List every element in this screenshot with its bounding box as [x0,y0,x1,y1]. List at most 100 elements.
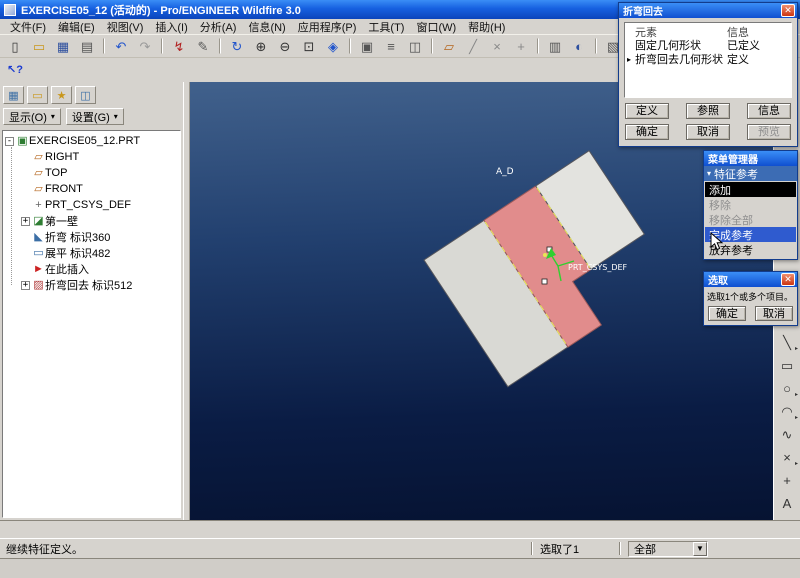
spline-tool-icon[interactable]: ∿ [776,424,798,445]
tree-connector-line [11,147,12,285]
tree-expander-icon[interactable] [21,265,30,274]
tree-expander-icon[interactable] [21,249,30,258]
view-manager-icon[interactable]: ◫ [404,36,426,56]
datum-plane-toggle-icon[interactable]: ▱ [438,36,460,56]
zoom-in-icon[interactable]: ⊕ [250,36,272,56]
tree-item-icon: ▨ [32,279,45,292]
mm-item-remove-all[interactable]: 移除全部 [705,212,796,227]
status-divider [531,542,533,555]
menu-help[interactable]: 帮助(H) [462,19,511,35]
text-tool-icon[interactable]: A [776,493,798,514]
menu-edit[interactable]: 编辑(E) [52,19,101,35]
folder-browser-tab-icon[interactable]: ▭ [27,86,48,104]
settings-dropdown-button[interactable]: 设置(G) ▾ [66,108,124,125]
menu-analysis[interactable]: 分析(A) [194,19,243,35]
selection-handle-2[interactable] [542,279,547,284]
tree-item-part-root[interactable]: - ▣ EXERCISE05_12.PRT [3,133,180,149]
menu-window[interactable]: 窗口(W) [410,19,462,35]
refit-icon[interactable]: ⊡ [298,36,320,56]
point-tool-icon[interactable]: × ▸ [776,447,798,468]
show-dropdown-button[interactable]: 显示(O) ▾ [3,108,61,125]
undo-icon[interactable]: ↶ [110,36,132,56]
datum-tag-label[interactable]: A_D [496,167,514,177]
close-icon[interactable]: ✕ [781,273,795,286]
cancel-button[interactable]: 取消 [686,124,730,140]
tree-expander-icon[interactable] [21,201,30,210]
bend-back-dialog-titlebar[interactable]: 折弯回去 ✕ [619,3,797,18]
element-row-bendback-geom[interactable]: ▸ 折弯回去几何形状 定义 [627,52,789,66]
tree-expander-icon[interactable] [21,169,30,178]
tree-item-right[interactable]: ▱ RIGHT [3,149,180,165]
tree-item-bend-back[interactable]: + ▨ 折弯回去 标识512 [3,277,180,293]
csys-tool-icon[interactable]: + [776,470,798,491]
datum-point-toggle-icon[interactable]: × [486,36,508,56]
mm-item-remove[interactable]: 移除 [705,197,796,212]
favorites-tab-icon[interactable]: ★ [51,86,72,104]
redo-icon[interactable]: ↷ [134,36,156,56]
tree-item-front[interactable]: ▱ FRONT [3,181,180,197]
print-icon[interactable]: ▤ [76,36,98,56]
menu-file[interactable]: 文件(F) [4,19,52,35]
close-icon[interactable]: ✕ [781,4,795,17]
graphics-viewport[interactable]: A_D PRT_CSYS_DEF [190,82,773,520]
tree-item-bend[interactable]: ◣ 折弯 标识360 [3,229,180,245]
toolbar-separator [431,38,433,54]
ok-button[interactable]: 确定 [625,124,669,140]
datum-csys-toggle-icon[interactable]: + [510,36,532,56]
history-tab-icon[interactable]: ◫ [75,86,96,104]
tree-expander-icon[interactable]: + [21,217,30,226]
select-cancel-button[interactable]: 取消 [755,306,793,321]
define-button[interactable]: 定义 [625,103,669,119]
arc-tool-icon[interactable]: ◠ ▸ [776,401,798,422]
menu-view[interactable]: 视图(V) [101,19,150,35]
layers-icon[interactable]: ≡ [380,36,402,56]
tree-expander-icon[interactable] [21,185,30,194]
chevron-down-icon[interactable]: ▼ [693,542,707,556]
menu-section-feature-refs[interactable]: ▾ 特征参考 [704,166,797,181]
tree-item-insert-here[interactable]: ► 在此插入 [3,261,180,277]
tree-item-prt-csys-def[interactable]: + PRT_CSYS_DEF [3,197,180,213]
status-message: 继续特征定义。 [0,541,524,557]
datum-axis-toggle-icon[interactable]: ╱ [462,36,484,56]
viewport-3d: A_D PRT_CSYS_DEF [190,82,773,520]
tree-expander-icon[interactable] [21,233,30,242]
spin-center-icon[interactable]: ↻ [226,36,248,56]
reorient-icon[interactable]: ◈ [322,36,344,56]
save-icon[interactable]: ▦ [52,36,74,56]
menu-applications[interactable]: 应用程序(P) [292,19,363,35]
tree-item-first-wall[interactable]: + ◪ 第一壁 [3,213,180,229]
new-file-icon[interactable]: ▯ [4,36,26,56]
saved-views-icon[interactable]: ▣ [356,36,378,56]
model-tree-tab-icon[interactable]: ▦ [3,86,24,104]
element-row-fixed-geom[interactable]: 固定几何形状 已定义 [627,38,789,52]
tree-expander-icon[interactable] [21,153,30,162]
line-tool-icon[interactable]: ╲ ▸ [776,332,798,353]
menu-manager-titlebar[interactable]: 菜单管理器 [704,151,797,166]
context-help-icon[interactable]: ↖? [4,60,26,80]
open-file-icon[interactable]: ▭ [28,36,50,56]
shade-icon[interactable]: ◐ [568,36,590,56]
info-button[interactable]: 信息 [747,103,791,119]
selection-filter-combo[interactable]: 全部 ▼ [628,541,708,557]
rectangle-tool-icon[interactable]: ▭ [776,355,798,376]
regenerate-icon[interactable]: ↯ [168,36,190,56]
circle-tool-icon[interactable]: ○ ▸ [776,378,798,399]
tree-item-top[interactable]: ▱ TOP [3,165,180,181]
zoom-out-icon[interactable]: ⊖ [274,36,296,56]
panel-splitter[interactable] [183,82,190,520]
menu-info[interactable]: 信息(N) [242,19,291,35]
menu-tools[interactable]: 工具(T) [362,19,410,35]
menu-insert[interactable]: 插入(I) [149,19,193,35]
select-ok-button[interactable]: 确定 [708,306,746,321]
tree-item-unbend[interactable]: ▭ 展平 标识482 [3,245,180,261]
mm-item-add[interactable]: 添加 [705,182,796,197]
select-dialog-titlebar[interactable]: 选取 ✕ [704,272,797,287]
erase-display-icon[interactable]: ✎ [192,36,214,56]
tree-expander-icon[interactable]: - [5,137,14,146]
annotation-toggle-icon[interactable]: ▥ [544,36,566,56]
tree-expander-icon[interactable]: + [21,281,30,290]
datum-point-marker[interactable] [543,253,547,257]
refs-button[interactable]: 参照 [686,103,730,119]
tree-item-icon: ▭ [32,247,45,260]
element-column-header: 元素 [635,24,727,38]
